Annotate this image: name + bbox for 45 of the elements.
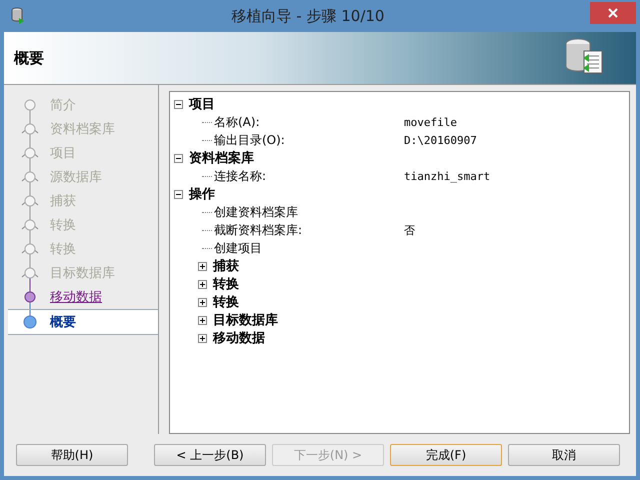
tree-item-label: 输出目录(O): [214,132,286,148]
tree-item-label: 创建项目 [214,240,263,256]
close-icon [608,8,618,18]
dialog-button[interactable]: 取消 [508,444,620,466]
tree-group-label[interactable]: 目标数据库 [213,311,278,329]
tree-group-label[interactable]: 转换 [213,275,239,293]
expand-icon[interactable] [198,334,207,342]
step-label[interactable]: 移动数据 [50,288,102,306]
tree-item-value: 否 [404,222,415,238]
tree-group-label[interactable]: 资料档案库 [189,149,254,167]
database-icon [10,7,26,25]
collapse-icon[interactable] [174,100,183,108]
tree-item-value: D:\20160907 [404,134,477,146]
step-label[interactable]: 概要 [50,313,76,331]
page-heading: 概要 [14,48,44,68]
dialog-button[interactable]: < 上一步(B) [154,444,266,466]
step-node-icon [20,189,40,213]
collapse-icon[interactable] [174,154,183,162]
tree-item-label: 名称(A): [214,114,261,130]
collapse-icon[interactable] [174,190,183,198]
expand-icon[interactable] [198,262,207,270]
step-node-icon [20,213,40,237]
dialog-button[interactable]: 完成(F) [390,444,502,466]
step-node-icon [20,165,40,189]
step-node-icon [20,141,40,165]
tree-item-value: movefile [404,116,457,128]
step-node-icon [20,237,40,261]
tree-item-label: 截断资料档案库: [214,222,304,238]
expand-icon[interactable] [198,298,207,306]
selected-step-row[interactable]: 概要 [8,309,158,335]
expand-icon[interactable] [198,316,207,324]
step-node-icon [20,117,40,141]
tree-group-label[interactable]: 操作 [189,185,215,203]
tree-item-label: 创建资料档案库 [214,204,299,220]
tree-group-label[interactable]: 转换 [213,293,239,311]
tree-item-label: 连接名称: [214,168,268,184]
tree-group-label[interactable]: 项目 [189,95,215,113]
close-button[interactable] [590,2,636,24]
tree-group-label[interactable]: 移动数据 [213,329,265,347]
tree-group-label[interactable]: 捕获 [213,257,239,275]
tree-item-value: tianzhi_smart [404,170,490,182]
step-node-icon [20,261,40,285]
dialog-button[interactable]: 帮助(H) [16,444,128,466]
window-title: 移植向导 - 步骤 10/10 [230,6,386,26]
expand-icon[interactable] [198,280,207,288]
